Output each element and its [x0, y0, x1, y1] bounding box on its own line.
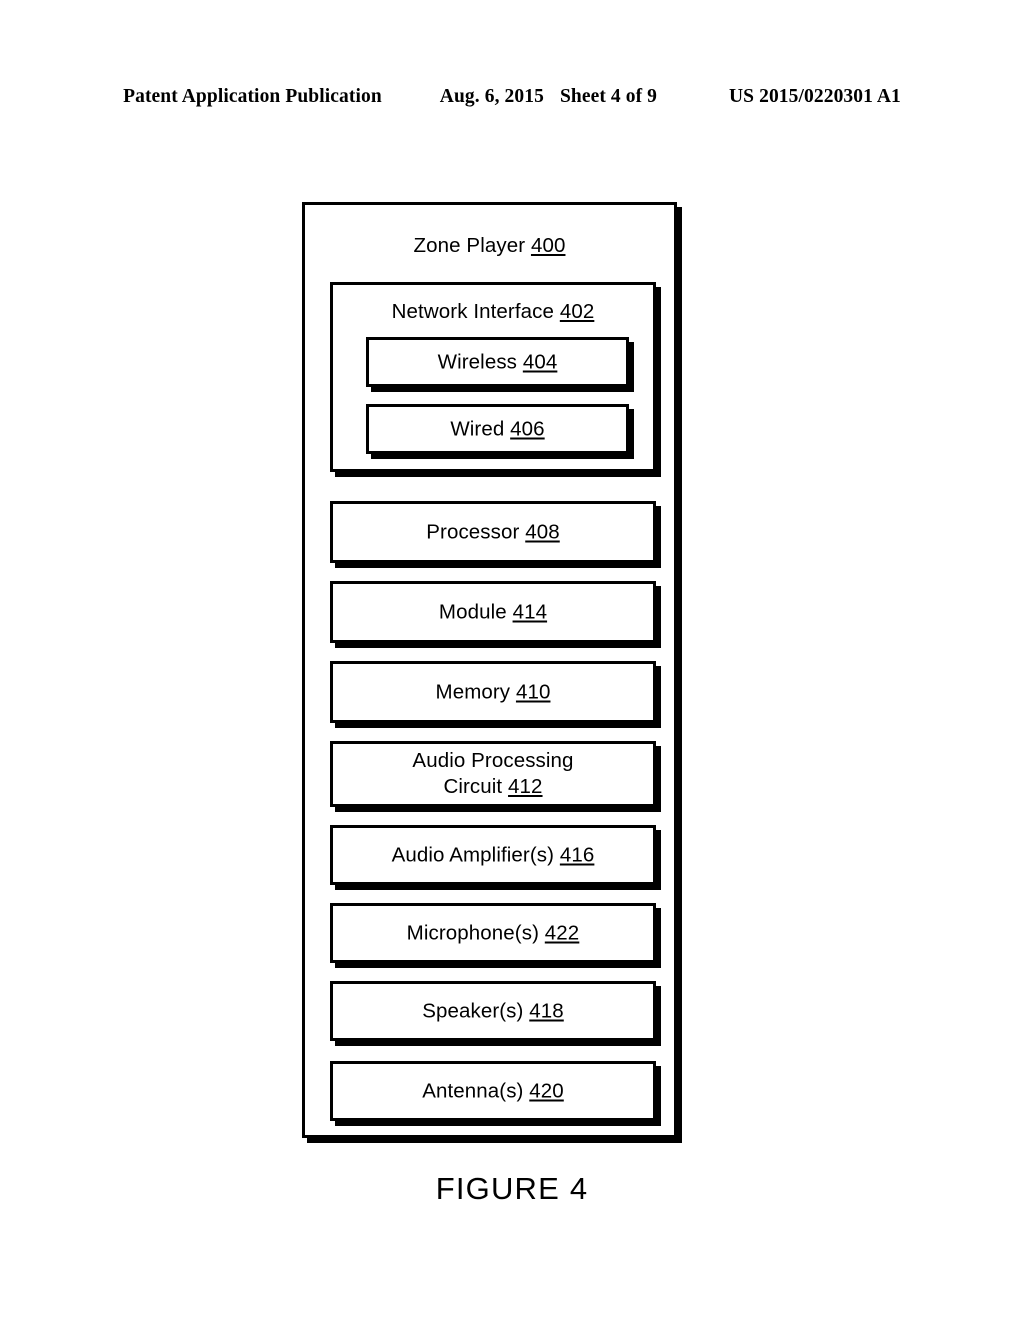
antennas-label-text: Antenna(s)	[422, 1079, 524, 1103]
memory-ref: 410	[515, 680, 551, 704]
module-label: Module 414	[333, 600, 653, 625]
processor-block: Processor 408	[330, 501, 656, 563]
network-interface-title: Network Interface 402	[333, 299, 653, 324]
zone-player-ref: 400	[530, 234, 566, 257]
zone-player-block: Zone Player 400 Network Interface 402 Wi…	[302, 202, 677, 1138]
processor-label: Processor 408	[333, 520, 653, 545]
microphones-label: Microphone(s) 422	[333, 921, 653, 946]
audio-amplifiers-ref: 416	[559, 843, 595, 867]
antennas-ref: 420	[529, 1079, 564, 1103]
figure-4-diagram: Zone Player 400 Network Interface 402 Wi…	[0, 0, 1024, 1320]
memory-label-text: Memory	[435, 680, 511, 704]
speakers-ref: 418	[529, 999, 564, 1023]
audio-amplifiers-label-text: Audio Amplifier(s)	[391, 843, 555, 867]
antennas-block: Antenna(s) 420	[330, 1061, 656, 1121]
wired-ref: 406	[510, 417, 545, 441]
wireless-label: Wireless 404	[369, 350, 626, 375]
speakers-block: Speaker(s) 418	[330, 981, 656, 1041]
module-block: Module 414	[330, 581, 656, 643]
audio-amplifiers-label: Audio Amplifier(s) 416	[333, 843, 653, 868]
figure-caption: FIGURE 4	[435, 1171, 589, 1206]
zone-player-title-text: Zone Player	[413, 234, 526, 257]
module-ref: 414	[512, 600, 548, 624]
wireless-ref: 404	[522, 350, 558, 374]
wireless-label-text: Wireless	[437, 350, 518, 374]
wireless-block: Wireless 404	[366, 337, 629, 387]
speakers-label: Speaker(s) 418	[333, 999, 653, 1024]
microphones-ref: 422	[544, 921, 580, 945]
network-interface-block: Network Interface 402 Wireless 404 Wired…	[330, 282, 656, 472]
speakers-label-text: Speaker(s)	[422, 999, 524, 1023]
memory-label: Memory 410	[333, 680, 653, 705]
audio-processing-circuit-label-line2: Circuit	[443, 775, 503, 798]
microphones-label-text: Microphone(s)	[406, 921, 539, 945]
wired-label-text: Wired	[450, 417, 505, 441]
network-interface-ref: 402	[559, 300, 595, 323]
audio-processing-circuit-label-line1: Audio Processing	[412, 749, 574, 772]
module-label-text: Module	[438, 600, 507, 624]
zone-player-title: Zone Player 400	[305, 233, 674, 258]
processor-ref: 408	[525, 520, 560, 544]
antennas-label: Antenna(s) 420	[333, 1079, 653, 1104]
audio-processing-circuit-block: Audio Processing Circuit 412	[330, 741, 656, 807]
processor-label-text: Processor	[426, 520, 520, 544]
audio-amplifiers-block: Audio Amplifier(s) 416	[330, 825, 656, 885]
audio-processing-circuit-ref: 412	[508, 775, 543, 798]
network-interface-title-text: Network Interface	[391, 300, 555, 323]
audio-processing-circuit-label: Audio Processing Circuit 412	[333, 748, 653, 800]
wired-block: Wired 406	[366, 404, 629, 454]
wired-label: Wired 406	[369, 417, 626, 442]
microphones-block: Microphone(s) 422	[330, 903, 656, 963]
memory-block: Memory 410	[330, 661, 656, 723]
